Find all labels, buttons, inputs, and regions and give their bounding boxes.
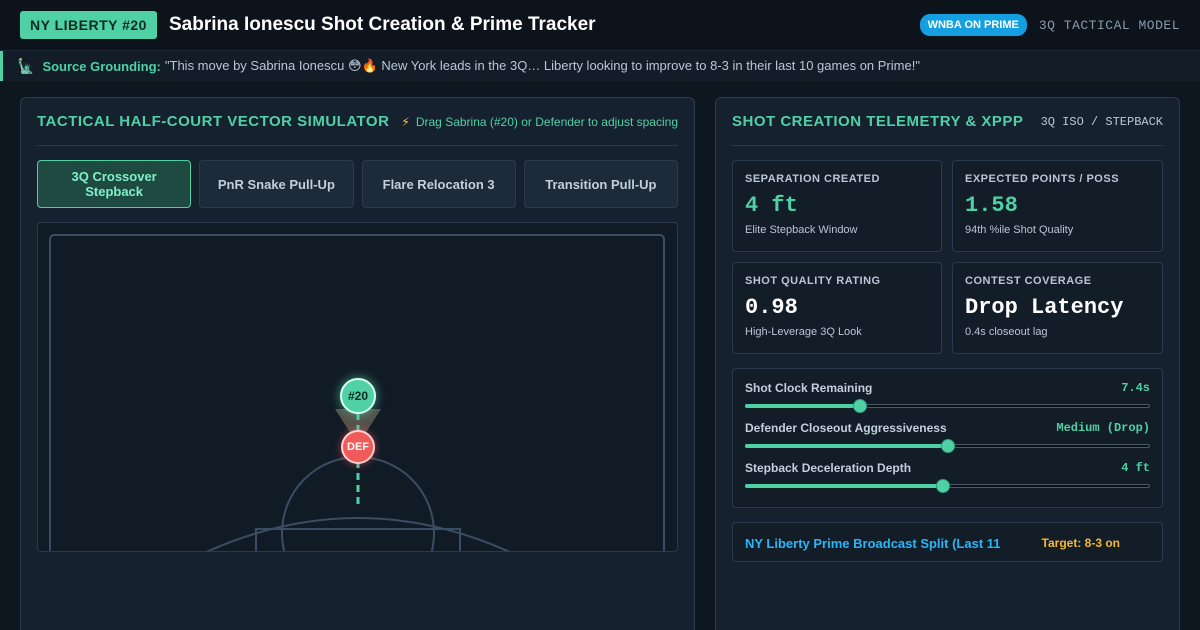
stat-card-shot-quality: Shot Quality Rating 0.98 High-Leverage 3… (732, 262, 942, 354)
grounding-quote: "This move by Sabrina Ionescu 😳🔥 New Yor… (164, 58, 920, 73)
lightning-icon: ⚡ (401, 114, 410, 129)
stat-label: Expected Points / Poss (965, 173, 1120, 185)
stat-subtext: High-Leverage 3Q Look (745, 326, 862, 338)
stat-value: Drop Latency (965, 295, 1124, 320)
slider-value: 7.4s (1121, 381, 1150, 395)
telemetry-title: SHOT CREATION TELEMETRY & XPPP (732, 113, 1024, 130)
simulator-title: TACTICAL HALF-COURT VECTOR SIMULATOR (37, 113, 390, 130)
half-court-canvas[interactable]: #20 DEF (37, 222, 678, 552)
slider-label: Defender Closeout Aggressiveness (745, 421, 947, 435)
telemetry-mode: 3Q ISO / STEPBACK (1040, 114, 1163, 129)
stat-value: 4 ft (745, 193, 798, 218)
broadcast-target: Target: 8-3 on (1041, 536, 1120, 550)
slider-shot-clock: Shot Clock Remaining 7.4s (745, 379, 1150, 415)
telemetry-header: SHOT CREATION TELEMETRY & XPPP 3Q ISO / … (732, 98, 1163, 146)
closeout-slider[interactable] (745, 437, 1150, 455)
offense-player-token[interactable]: #20 (340, 378, 376, 414)
stat-label: Contest Coverage (965, 275, 1092, 287)
stat-label: Separation Created (745, 173, 880, 185)
statue-of-liberty-icon: 🗽 (17, 57, 35, 74)
stat-subtext: Elite Stepback Window (745, 224, 858, 236)
stat-value: 0.98 (745, 295, 798, 320)
tab-pnr-snake-pull-up[interactable]: PnR Snake Pull-Up (199, 160, 354, 208)
page-title: Sabrina Ionescu Shot Creation & Prime Tr… (168, 14, 596, 35)
slider-closeout: Defender Closeout Aggressiveness Medium … (745, 419, 1150, 455)
stat-card-contest-coverage: Contest Coverage Drop Latency 0.4s close… (952, 262, 1163, 354)
slider-handle[interactable] (853, 399, 868, 413)
stepback-depth-slider[interactable] (745, 477, 1150, 495)
slider-handle[interactable] (940, 439, 955, 453)
simulator-panel: TACTICAL HALF-COURT VECTOR SIMULATOR ⚡ D… (20, 97, 695, 630)
team-badge: NY LIBERTY #20 (20, 11, 157, 39)
slider-fill (745, 484, 943, 488)
stat-card-separation: Separation Created 4 ft Elite Stepback W… (732, 160, 942, 252)
slider-fill (745, 444, 948, 448)
slider-group: Shot Clock Remaining 7.4s Defender Close… (732, 368, 1163, 508)
tab-3q-crossover-stepback[interactable]: 3Q Crossover Stepback (37, 160, 192, 208)
tab-transition-pull-up[interactable]: Transition Pull-Up (523, 160, 678, 208)
slider-value: Medium (Drop) (1056, 421, 1150, 435)
restricted-arc (281, 456, 435, 551)
stat-subtext: 0.4s closeout lag (965, 326, 1048, 338)
slider-stepback-depth: Stepback Deceleration Depth 4 ft (745, 459, 1150, 495)
header-right: WNBA ON PRIME 3Q TACTICAL MODEL (919, 14, 1180, 36)
key-lane (255, 528, 461, 551)
slider-label: Shot Clock Remaining (745, 381, 873, 395)
stat-grid: Separation Created 4 ft Elite Stepback W… (732, 160, 1163, 354)
defender-token[interactable]: DEF (341, 430, 375, 464)
stat-subtext: 94th %ile Shot Quality (965, 224, 1074, 236)
broadcast-split-card: NY Liberty Prime Broadcast Split (Last 1… (732, 522, 1163, 562)
stat-label: Shot Quality Rating (745, 275, 881, 287)
stat-card-expected-points: Expected Points / Poss 1.58 94th %ile Sh… (952, 160, 1163, 252)
tab-flare-relocation-3[interactable]: Flare Relocation 3 (361, 160, 516, 208)
model-label: 3Q TACTICAL MODEL (1038, 17, 1180, 33)
drag-hint-text: Drag Sabrina (#20) or Defender to adjust… (415, 114, 678, 129)
source-grounding-bar: 🗽 Source Grounding: "This move by Sabrin… (0, 51, 1200, 81)
slider-value: 4 ft (1121, 461, 1150, 475)
slider-handle[interactable] (935, 479, 950, 493)
simulator-header: TACTICAL HALF-COURT VECTOR SIMULATOR ⚡ D… (37, 98, 678, 146)
slider-label: Stepback Deceleration Depth (745, 461, 912, 475)
stat-value: 1.58 (965, 193, 1018, 218)
broadcast-split-title: NY Liberty Prime Broadcast Split (Last 1… (745, 536, 1001, 551)
play-tabs: 3Q Crossover Stepback PnR Snake Pull-Up … (37, 160, 678, 208)
shot-clock-slider[interactable] (745, 397, 1150, 415)
drag-hint: ⚡ Drag Sabrina (#20) or Defender to adju… (401, 115, 678, 129)
top-bar: NY LIBERTY #20 Sabrina Ionescu Shot Crea… (0, 0, 1200, 51)
grounding-label: Source Grounding: (42, 58, 161, 74)
telemetry-panel: SHOT CREATION TELEMETRY & XPPP 3Q ISO / … (715, 97, 1180, 630)
slider-fill (745, 404, 861, 408)
three-point-arc (205, 517, 511, 551)
prime-badge: WNBA ON PRIME (919, 14, 1027, 36)
